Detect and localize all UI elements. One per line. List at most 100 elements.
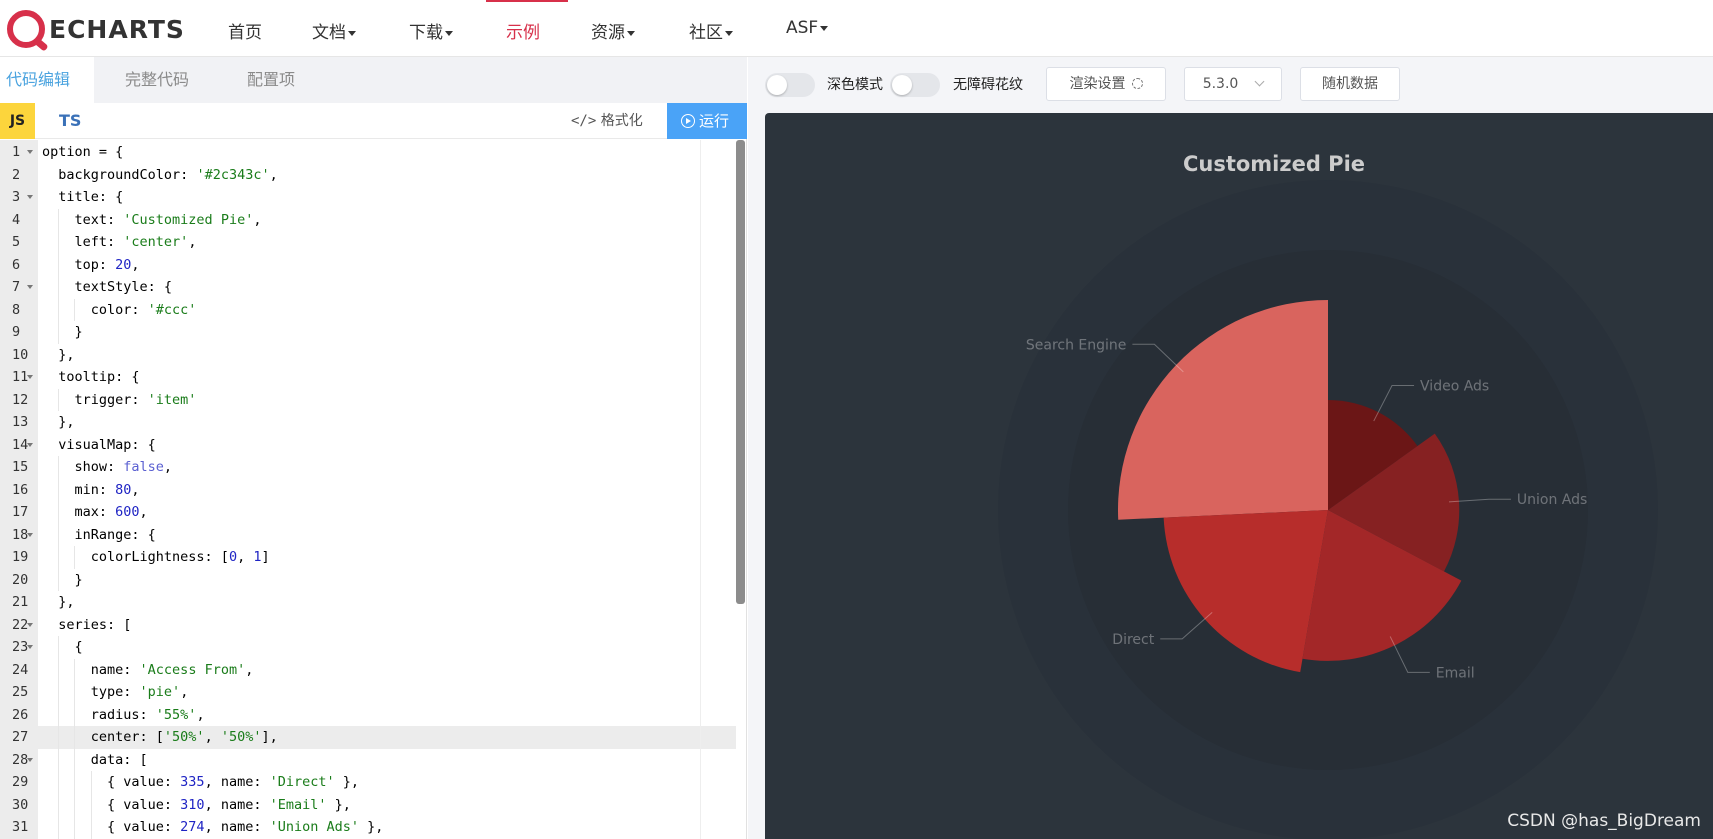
fold-toggle-icon[interactable] <box>27 645 33 649</box>
indent-guide <box>58 748 60 771</box>
code-line: }, <box>42 594 75 610</box>
aria-pattern-toggle[interactable] <box>890 73 940 97</box>
gear-icon <box>1131 78 1143 89</box>
code-line: }, <box>42 346 75 363</box>
fold-toggle-icon[interactable] <box>27 442 33 447</box>
code-line: color: '#ccc' <box>42 301 197 318</box>
fold-toggle-icon[interactable] <box>27 375 33 379</box>
fold-toggle-icon[interactable] <box>27 622 33 627</box>
line-number: 4 <box>12 211 21 228</box>
indent-guide <box>58 726 60 749</box>
tab-options[interactable]: 配置项 <box>247 57 295 103</box>
fold-toggle-icon[interactable] <box>27 150 33 154</box>
nav-item-label: 社区 <box>689 23 723 43</box>
indent-guide <box>74 726 76 749</box>
code-line: option = { <box>42 144 124 160</box>
indent-guide <box>58 208 60 231</box>
line-number: 12 <box>12 391 29 408</box>
render-settings-button[interactable]: 渲染设置 <box>1046 67 1166 101</box>
play-circle-icon <box>681 114 695 128</box>
code-line: radius: '55%', <box>42 706 205 723</box>
line-number: 5 <box>12 234 21 250</box>
line-number: 17 <box>12 504 29 520</box>
indent-guide <box>74 816 76 839</box>
dark-mode-label: 深色模式 <box>827 77 883 93</box>
indent-guide <box>58 771 60 794</box>
aria-pattern-label: 无障碍花纹 <box>953 77 1023 93</box>
format-button[interactable]: </> 格式化 <box>571 103 643 139</box>
nav-item-examples[interactable]: 示例 <box>506 18 540 43</box>
code-line: title: { <box>42 189 124 205</box>
line-number: 15 <box>12 459 29 475</box>
nav-item-download[interactable]: 下载 <box>409 18 453 43</box>
slice-label: Email <box>1436 665 1475 681</box>
indent-guide <box>58 388 60 411</box>
indent-guide <box>58 681 60 704</box>
indent-guide <box>90 793 92 816</box>
indent-guide <box>74 771 76 794</box>
indent-guide <box>58 793 60 816</box>
indent-guide <box>58 276 60 299</box>
lang-js-button[interactable]: JS <box>0 103 35 139</box>
indent-guide <box>74 658 76 681</box>
tab-code-edit[interactable]: 代码编辑 <box>0 57 95 103</box>
run-button[interactable]: 运行 <box>667 103 747 139</box>
code-line: }, <box>42 414 75 430</box>
fold-toggle-icon[interactable] <box>27 285 33 289</box>
code-line: { value: 274, name: 'Union Ads' }, <box>42 819 384 835</box>
caret-down-icon <box>445 30 453 36</box>
fold-toggle-icon[interactable] <box>27 195 33 199</box>
dark-mode-toggle[interactable] <box>765 73 815 97</box>
language-bar: JS TS </> 格式化 运行 <box>0 103 747 139</box>
line-number: 26 <box>12 706 29 723</box>
nav-item-label: 下载 <box>409 23 443 43</box>
slice-label: Union Ads <box>1517 492 1587 508</box>
code-line: type: 'pie', <box>42 684 189 700</box>
code-line: visualMap: { <box>42 436 156 453</box>
line-number: 27 <box>12 729 29 745</box>
editor-scrollbar[interactable] <box>736 140 745 604</box>
nav-item-docs[interactable]: 文档 <box>312 18 356 43</box>
lang-ts-button[interactable]: TS <box>59 103 81 139</box>
line-number: 2 <box>12 166 21 183</box>
watermark: CSDN @has_BigDream <box>1507 811 1701 831</box>
indent-guide <box>58 658 60 681</box>
nav-item-community[interactable]: 社区 <box>689 18 733 43</box>
nav-item-asf[interactable]: ASF <box>786 18 829 38</box>
caret-down-icon <box>348 30 356 36</box>
line-number: 20 <box>12 571 29 588</box>
code-line: min: 80, <box>42 481 140 498</box>
code-line: } <box>42 571 83 588</box>
line-number: 21 <box>12 594 29 610</box>
preview-panel: 深色模式 无障碍花纹 渲染设置 5.3.0 随机数据 Customized Pi… <box>748 57 1713 839</box>
nav-item-label: 示例 <box>506 23 540 43</box>
indent-guide <box>74 681 76 704</box>
slice-label: Search Engine <box>1026 337 1127 353</box>
chart-canvas[interactable]: Customized Pie Search Engine Video Ads Unio… <box>765 113 1713 839</box>
line-number: 6 <box>12 256 21 273</box>
tab-full-code[interactable]: 完整代码 <box>125 57 189 103</box>
line-number: 8 <box>12 301 21 318</box>
slice-label: Video Ads <box>1420 379 1489 395</box>
indent-guide <box>58 703 60 726</box>
version-select[interactable]: 5.3.0 <box>1184 67 1282 101</box>
line-number: 10 <box>12 346 29 363</box>
code-icon: </> <box>571 113 597 129</box>
version-value: 5.3.0 <box>1202 76 1239 92</box>
indent-guide <box>58 501 60 524</box>
fold-toggle-icon[interactable] <box>27 532 33 537</box>
code-area[interactable]: 1 option = {2 backgroundColor: '#2c343c',… <box>0 140 747 839</box>
echarts-logo-icon <box>7 10 45 48</box>
nav-item-resources[interactable]: 资源 <box>591 18 635 43</box>
nav-item-label: ASF <box>786 18 819 38</box>
indent-guide <box>58 636 60 659</box>
indent-guide <box>74 298 76 321</box>
code-line: backgroundColor: '#2c343c', <box>42 166 278 183</box>
fold-toggle-icon[interactable] <box>27 757 33 762</box>
nav-item-home[interactable]: 首页 <box>228 18 262 43</box>
echarts-logo[interactable]: ECHARTS <box>7 8 185 50</box>
indent-guide <box>74 546 76 569</box>
chart-title: Customized Pie <box>1183 152 1365 176</box>
random-data-button[interactable]: 随机数据 <box>1300 67 1400 101</box>
indent-guide <box>58 478 60 501</box>
